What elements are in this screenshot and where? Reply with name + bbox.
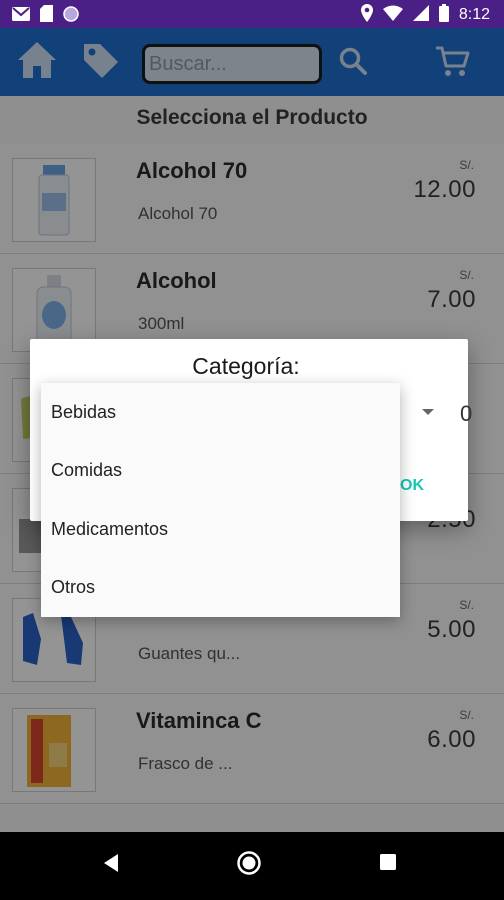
dropdown-option-bebidas[interactable]: Bebidas (41, 383, 400, 442)
back-icon[interactable] (102, 853, 120, 877)
location-icon (360, 4, 373, 26)
wifi-icon (382, 5, 403, 25)
category-dropdown: Bebidas Comidas Medicamentos Otros (41, 383, 400, 617)
mail-icon (12, 6, 30, 25)
dropdown-option-medicamentos[interactable]: Medicamentos (41, 500, 400, 559)
dialog-title: Categoría: (192, 353, 300, 379)
status-bar: 8:12 (0, 0, 504, 28)
circle-notification-icon (63, 5, 79, 26)
product-price: 0 (460, 401, 473, 426)
status-time: 8:12 (458, 6, 490, 23)
ok-button[interactable]: OK (400, 477, 424, 495)
recents-icon[interactable] (380, 854, 396, 874)
battery-icon (438, 4, 449, 26)
signal-icon (412, 5, 429, 25)
dropdown-option-comidas[interactable]: Comidas (41, 442, 400, 501)
sim-card-icon (40, 5, 53, 26)
system-navigation-bar (0, 832, 504, 900)
chevron-down-icon[interactable] (422, 409, 434, 415)
home-nav-icon[interactable] (236, 850, 262, 880)
dropdown-option-otros[interactable]: Otros (41, 559, 400, 618)
